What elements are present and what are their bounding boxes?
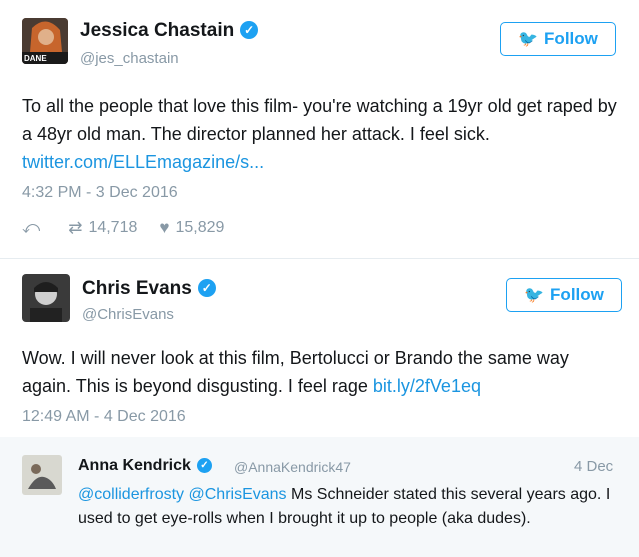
tweet-timestamp[interactable]: 12:49 AM - 4 Dec 2016 [22, 408, 186, 426]
display-name-text: Jessica Chastain [80, 20, 235, 41]
avatar-image [22, 455, 62, 495]
tweet-link[interactable]: bit.ly/2fVe1eq [373, 376, 481, 396]
tweet-text: Wow. I will never look at this film, Ber… [22, 344, 622, 400]
username[interactable]: @jes_chastain [80, 50, 179, 67]
follow-button[interactable]: 🐦 Follow [500, 22, 616, 56]
tweet-chris-evans: Chris Evans ✓ @ChrisEvans 🐦 Follow Wow. I… [0, 260, 639, 437]
like-button[interactable]: ♥ 15,829 [159, 218, 224, 238]
tweet-timestamp[interactable]: 4:32 PM - 3 Dec 2016 [22, 184, 178, 202]
display-name[interactable]: Chris Evans ✓ [82, 278, 216, 300]
tweet-link[interactable]: twitter.com/ELLEmagazine/s... [22, 152, 264, 172]
verified-badge-icon: ✓ [196, 458, 212, 473]
retweet-count: 14,718 [88, 219, 138, 236]
reply-tweet-anna-kendrick: Anna Kendrick ✓ @AnnaKendrick47 4 Dec @co… [0, 437, 639, 557]
twitter-bird-icon: 🐦 [518, 31, 539, 48]
display-name[interactable]: Anna Kendrick ✓ [78, 457, 212, 475]
avatar[interactable] [22, 455, 62, 495]
avatar-image [22, 274, 70, 322]
display-name-text: Chris Evans [82, 278, 192, 299]
verified-badge-icon: ✓ [197, 279, 216, 297]
display-name[interactable]: Jessica Chastain ✓ [80, 20, 259, 42]
display-name-text: Anna Kendrick [78, 457, 191, 474]
mention-chrisevans[interactable]: @ChrisEvans [189, 486, 287, 503]
follow-button[interactable]: 🐦 Follow [506, 278, 622, 312]
username[interactable]: @AnnaKendrick47 [234, 459, 351, 475]
tweet-text-body: Wow. I will never look at this film, Ber… [22, 348, 569, 396]
mention-colliderfrosty[interactable]: @colliderfrosty [78, 486, 184, 503]
tweet-text: To all the people that love this film- y… [22, 92, 622, 176]
like-count: 15,829 [175, 219, 225, 236]
verified-badge-icon: ✓ [240, 21, 259, 39]
retweet-icon: ⇄ [68, 218, 83, 237]
avatar[interactable]: DANE [22, 18, 68, 64]
follow-button-label: Follow [544, 29, 598, 48]
tweet-divider [0, 258, 639, 259]
tweet-text-body: To all the people that love this film- y… [22, 96, 617, 144]
avatar-label: DANE [24, 54, 47, 63]
heart-icon: ♥ [159, 218, 170, 237]
username[interactable]: @ChrisEvans [82, 306, 174, 323]
tweet-actions: ⤺ ⇄ 14,718 ♥ 15,829 [22, 218, 246, 238]
reply-icon: ⤺ [22, 218, 41, 237]
reply-date[interactable]: 4 Dec [574, 458, 613, 475]
twitter-bird-icon: 🐦 [524, 287, 545, 304]
avatar[interactable] [22, 274, 70, 322]
reply-text: @colliderfrosty @ChrisEvans Ms Schneider… [78, 483, 618, 531]
tweet-jessica-chastain: DANE Jessica Chastain ✓ @jes_chastain 🐦 F… [0, 0, 639, 260]
retweet-button[interactable]: ⇄ 14,718 [68, 218, 137, 238]
follow-button-label: Follow [550, 285, 604, 304]
reply-button[interactable]: ⤺ [22, 218, 46, 238]
